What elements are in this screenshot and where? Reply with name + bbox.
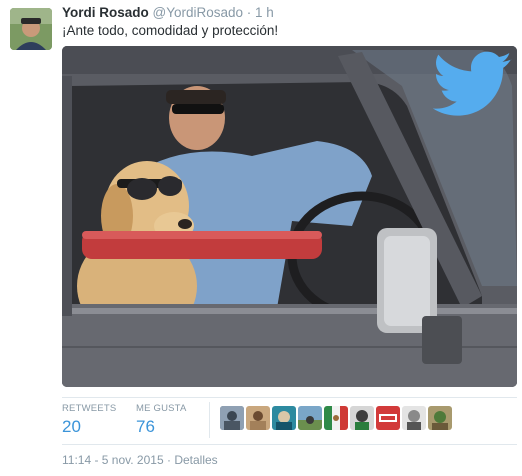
avatar-image <box>402 406 426 430</box>
tweet-text: ¡Ante todo, comodidad y protección! <box>62 23 279 38</box>
favorites-label: ME GUSTA <box>136 403 187 414</box>
retweets-stat[interactable]: RETWEETS 20 <box>62 403 116 437</box>
retweets-count: 20 <box>62 417 81 436</box>
avatar-image <box>246 406 270 430</box>
details-link[interactable]: Detalles <box>174 453 217 467</box>
display-name[interactable]: Yordi Rosado <box>62 5 149 20</box>
favoriter-avatar[interactable] <box>350 406 374 430</box>
tweet-timestamp[interactable]: 11:14 - 5 nov. 2015 <box>62 453 164 467</box>
avatar[interactable] <box>10 8 52 50</box>
stats-divider <box>209 402 210 438</box>
avatar-image <box>272 406 296 430</box>
avatar-image <box>298 406 322 430</box>
tweet-header: Yordi Rosado @YordiRosado · 1 h <box>62 5 274 20</box>
avatar-image <box>220 406 244 430</box>
avatar-image <box>376 406 400 430</box>
favoriter-avatar[interactable] <box>298 406 322 430</box>
favoriter-avatar[interactable] <box>246 406 270 430</box>
retweets-label: RETWEETS <box>62 403 117 414</box>
favoriter-avatar[interactable] <box>376 406 400 430</box>
avatar-image <box>428 406 452 430</box>
avatar-image <box>324 406 348 430</box>
meta-separator: · <box>243 5 256 20</box>
avatar-image <box>10 8 52 50</box>
favoriter-avatar[interactable] <box>402 406 426 430</box>
tweet-photo[interactable] <box>62 46 517 387</box>
favorites-stat[interactable]: ME GUSTA 76 <box>136 403 187 437</box>
favorites-count: 76 <box>136 417 155 436</box>
favoriter-avatar[interactable] <box>324 406 348 430</box>
tweet-stats: RETWEETS 20 ME GUSTA 76 <box>62 398 517 444</box>
footer-separator: · <box>163 453 175 467</box>
favoriter-avatar[interactable] <box>220 406 244 430</box>
favoriter-avatar[interactable] <box>428 406 452 430</box>
handle[interactable]: @YordiRosado <box>153 5 244 20</box>
twitter-bird-icon <box>433 51 512 116</box>
favoriter-avatar[interactable] <box>272 406 296 430</box>
timestamp-relative[interactable]: 1 h <box>255 5 274 20</box>
tweet-footer: 11:14 - 5 nov. 2015 · Detalles <box>62 453 218 467</box>
divider-bottom <box>62 444 517 445</box>
avatar-image <box>350 406 374 430</box>
